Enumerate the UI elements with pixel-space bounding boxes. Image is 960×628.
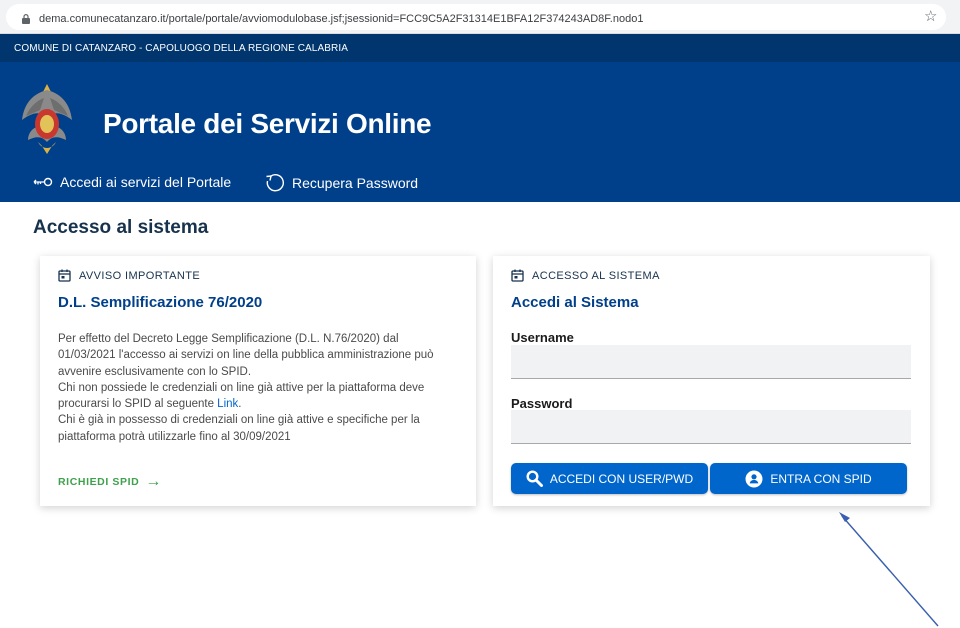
spid-login-label: ENTRA CON SPID [770,471,872,486]
notice-line: Chi non possiede le credenziali on line … [58,381,425,394]
notice-line: piattaforma potrà utilizzarle fino al 30… [58,430,291,443]
login-heading: Accedi al Sistema [511,294,639,311]
notice-kicker: AVVISO IMPORTANTE [58,269,200,282]
user-icon [745,470,763,487]
notice-kicker-label: AVVISO IMPORTANTE [79,269,201,282]
nav-access-services[interactable]: Accedi ai servizi del Portale [32,174,231,190]
nav-recover-password[interactable]: Recupera Password [264,172,418,194]
password-label: Password [511,396,573,411]
spid-login-button[interactable]: ENTRA CON SPID [710,463,907,494]
login-card: ACCESSO AL SISTEMA Accedi al Sistema Use… [493,256,930,506]
calendar-icon [511,269,524,282]
calendar-icon [58,269,71,282]
notice-text: procurarsi lo SPID al seguente [58,398,214,411]
site-header: Portale dei Servizi Online Accedi ai ser… [0,62,960,202]
crest-logo-icon [22,84,72,154]
notice-line: Per effetto del Decreto Legge Semplifica… [58,333,399,345]
username-input[interactable] [511,345,911,379]
notice-line: procurarsi lo SPID al seguente Link. [58,396,463,412]
url-text: dema.comunecatanzaro.it/portale/portale/… [39,13,644,25]
request-spid-link[interactable]: RICHIEDI SPID → [58,473,162,490]
nav-access-services-label: Accedi ai servizi del Portale [60,174,232,190]
notice-heading: D.L. Semplificazione 76/2020 [58,294,263,311]
request-spid-label: RICHIEDI SPID [58,476,140,488]
login-kicker-label: ACCESSO AL SISTEMA [532,269,660,282]
portal-title: Portale dei Servizi Online [103,108,432,139]
notice-line: avvenire esclusivamente con lo SPID. [58,365,252,378]
nav-recover-password-label: Recupera Password [292,175,419,191]
annotation-arrow-icon [839,512,939,627]
notice-line: Chi è già in possesso di credenziali on … [58,414,420,427]
address-field[interactable]: dema.comunecatanzaro.it/portale/portale/… [6,4,946,30]
notice-line: 01/03/2021 l'accesso ai servizi on line … [58,349,434,362]
key-icon [33,177,53,187]
login-user-pwd-label: ACCEDI CON USER/PWD [549,471,694,486]
notice-text: . [238,398,242,411]
municipality-bar: COMUNE DI CATANZARO - CAPOLUOGO DELLA RE… [0,34,960,62]
refresh-icon [266,174,284,192]
bookmark-star-icon[interactable]: ☆ [924,7,937,25]
search-icon [526,470,543,487]
browser-url-bar: dema.comunecatanzaro.it/portale/portale/… [0,0,960,34]
arrow-right-icon: → [145,473,162,490]
password-input[interactable] [511,410,911,444]
login-kicker: ACCESSO AL SISTEMA [511,269,660,282]
municipality-name: COMUNE DI CATANZARO - CAPOLUOGO DELLA RE… [14,43,348,54]
notice-card: AVVISO IMPORTANTE D.L. Semplificazione 7… [40,256,476,506]
username-label: Username [511,330,574,345]
notice-body: Per effetto del Decreto Legge Semplifica… [58,331,463,445]
login-user-pwd-button[interactable]: ACCEDI CON USER/PWD [511,463,708,494]
lock-icon [22,14,30,24]
spid-link[interactable]: Link [217,398,238,410]
page-title: Accesso al sistema [33,217,209,238]
